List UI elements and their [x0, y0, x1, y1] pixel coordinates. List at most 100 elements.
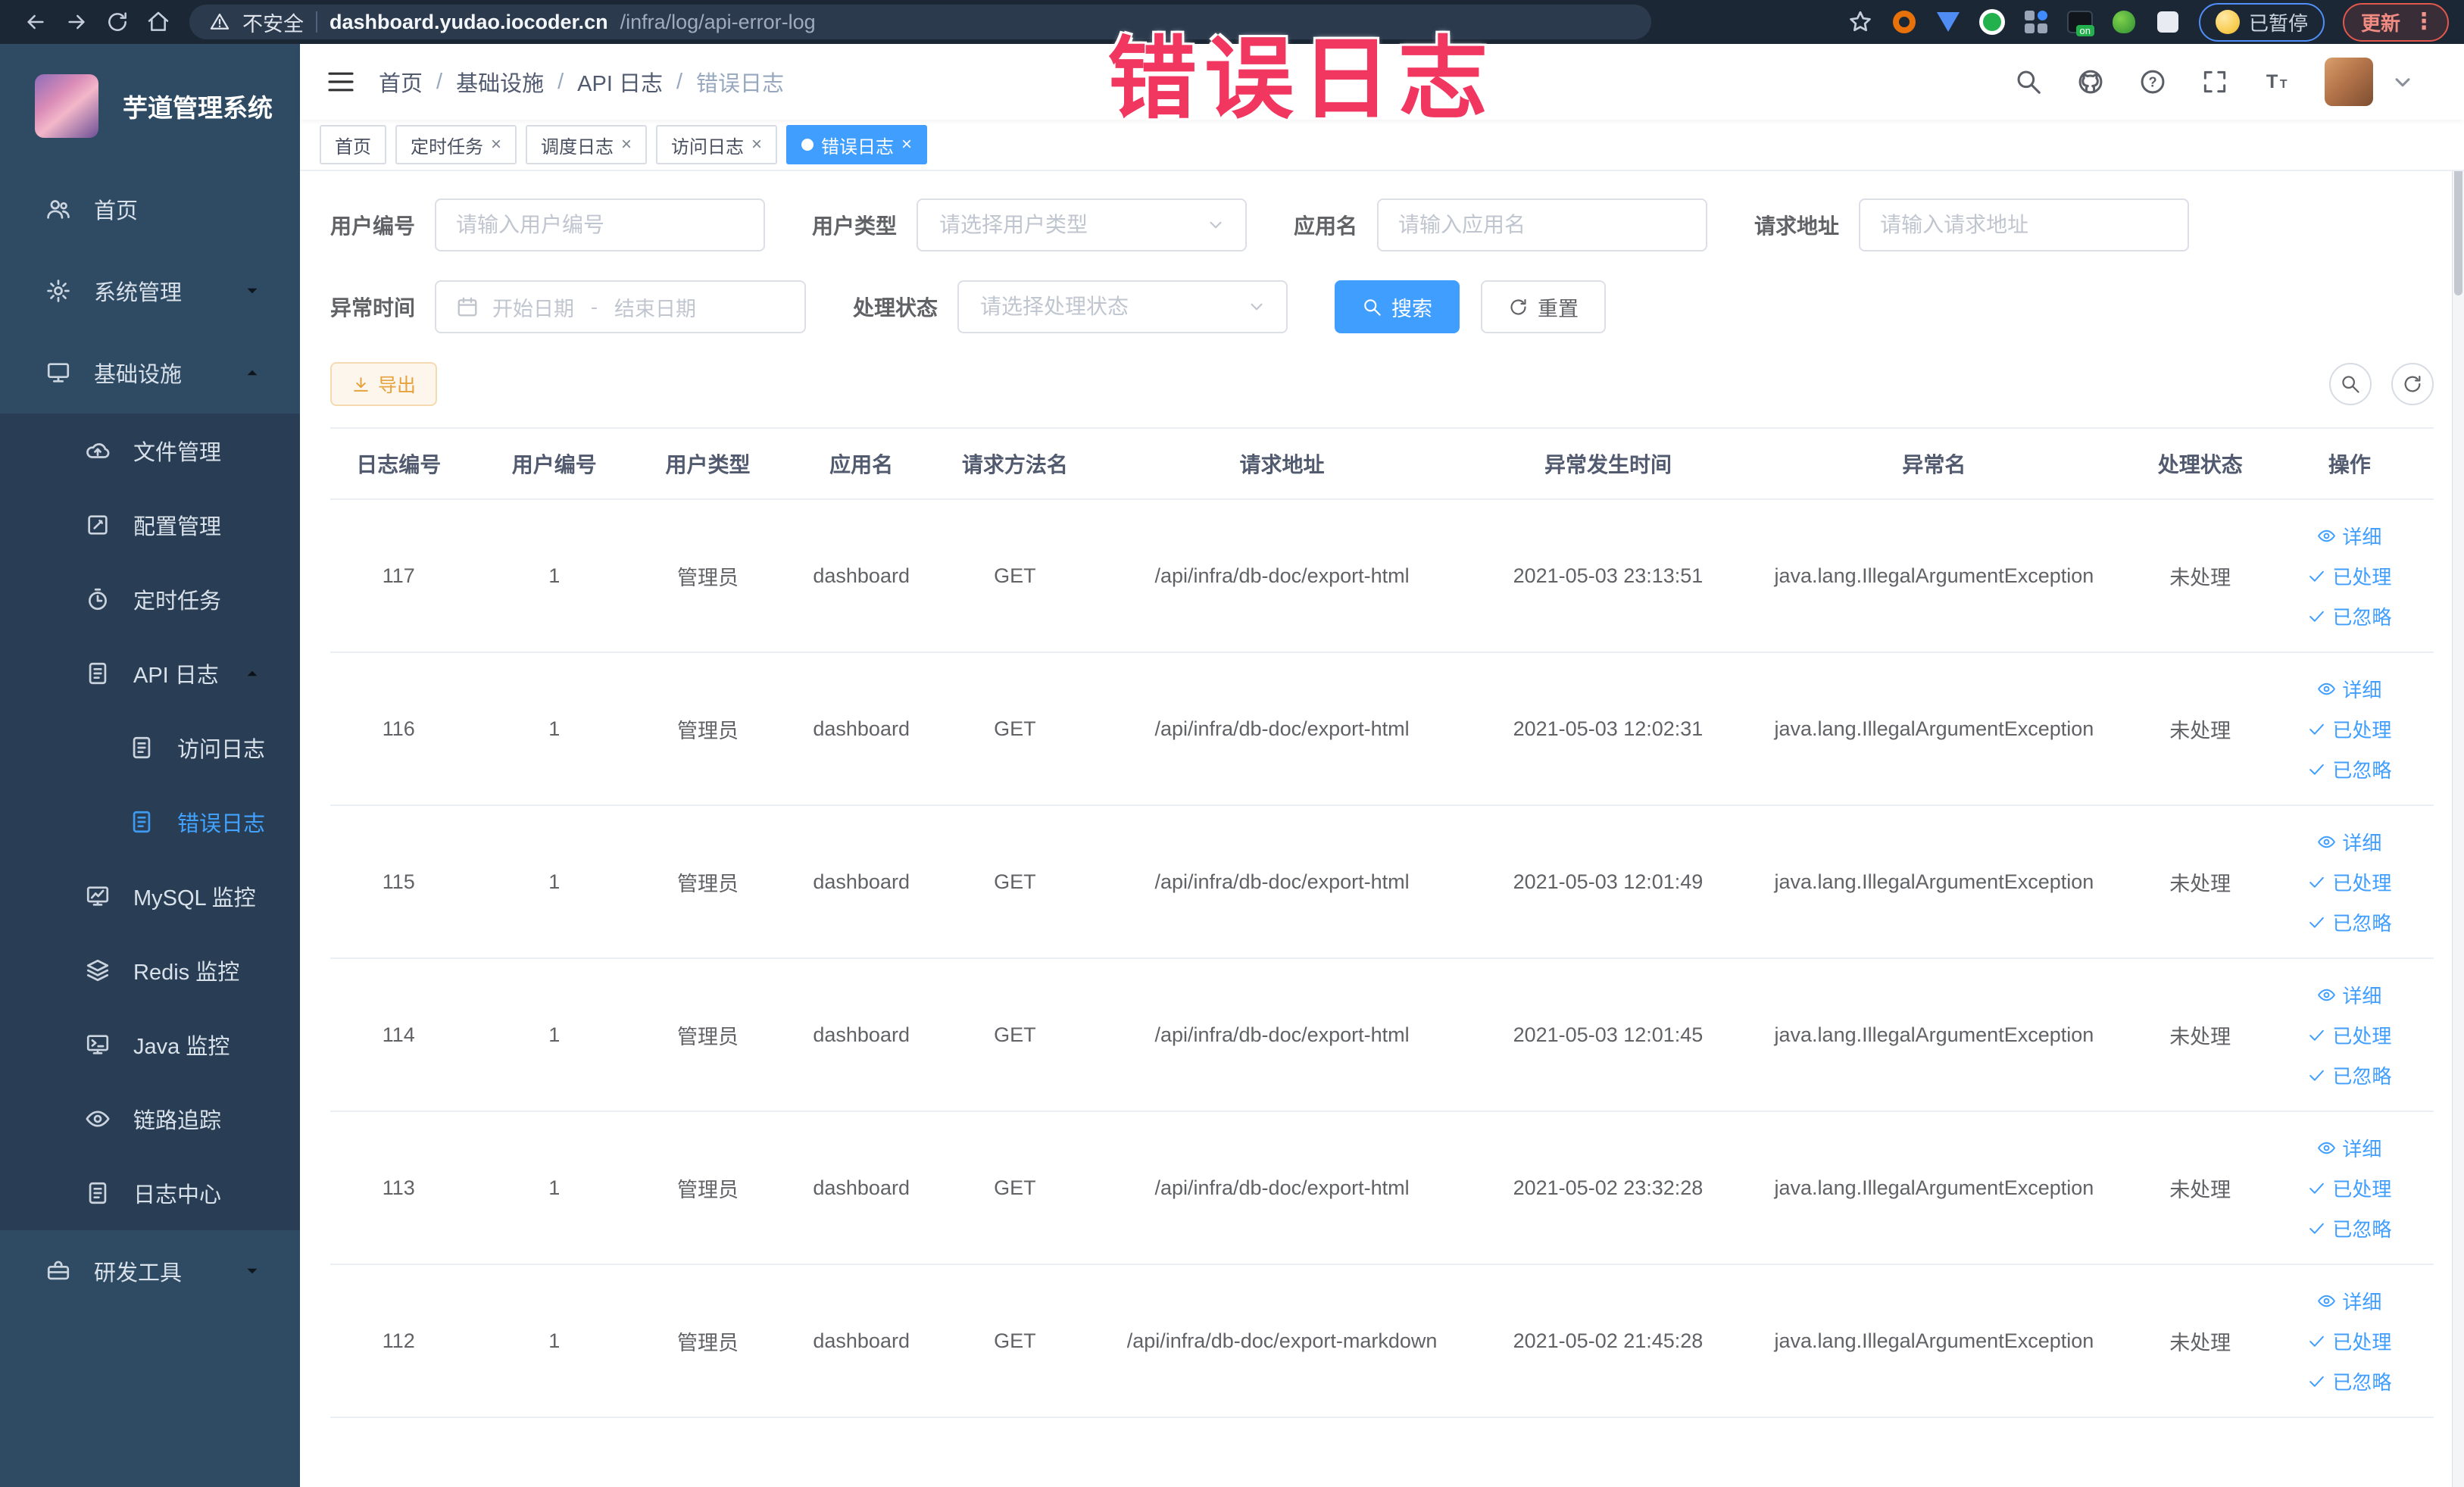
reload-button[interactable] [97, 4, 138, 40]
sidebar-item-trace[interactable]: 链路追踪 [0, 1082, 300, 1156]
log-icon [133, 736, 151, 759]
sidebar-item-dev-tools[interactable]: 研发工具 [0, 1230, 300, 1312]
tag-access-log[interactable]: 访问日志 × [656, 125, 778, 164]
mark-ignored-link[interactable]: 已忽略 [2307, 755, 2391, 783]
extension-green-icon[interactable] [1978, 9, 2005, 35]
tag-home[interactable]: 首页 [320, 125, 386, 164]
paused-extension-badge[interactable]: 已暂停 [2198, 2, 2325, 42]
eye-icon [2318, 989, 2336, 1001]
sidebar-item-label: 首页 [94, 199, 139, 223]
table-toolbar: 导出 [330, 362, 2434, 406]
cell-actions: 详细 已处理 已忽略 [2265, 652, 2434, 806]
url-path: /infra/log/api-error-log [620, 10, 816, 33]
sidebar-item-access-log[interactable]: 访问日志 [0, 711, 300, 785]
tag-close-icon[interactable]: × [901, 136, 912, 154]
search-icon [1364, 298, 1381, 316]
check-icon [2309, 723, 2325, 735]
sidebar-item-error-log[interactable]: 错误日志 [0, 785, 300, 859]
tag-job-log[interactable]: 调度日志 × [526, 125, 648, 164]
sidebar-item-log-center[interactable]: 日志中心 [0, 1156, 300, 1230]
home-button[interactable] [138, 4, 179, 40]
mark-processed-link[interactable]: 已处理 [2307, 562, 2391, 590]
mark-processed-link[interactable]: 已处理 [2307, 715, 2391, 743]
process-status-select[interactable] [957, 280, 1288, 333]
extension-switch-icon[interactable]: on [2066, 9, 2094, 36]
reset-button[interactable]: 重置 [1481, 280, 1607, 333]
breadcrumb-item[interactable]: 基础设施 [456, 66, 544, 98]
mark-processed-link[interactable]: 已处理 [2307, 1174, 2391, 1202]
date-start-placeholder[interactable]: 开始日期 [492, 292, 574, 322]
search-button[interactable]: 搜索 [1335, 280, 1460, 333]
mark-processed-link[interactable]: 已处理 [2307, 868, 2391, 896]
sidebar-item-file-manage[interactable]: 文件管理 [0, 414, 300, 488]
page-scrollbar[interactable] [2452, 44, 2464, 1487]
detail-link[interactable]: 详细 [2317, 981, 2381, 1009]
detail-link[interactable]: 详细 [2317, 1287, 2381, 1315]
extension-plant-icon[interactable] [2111, 9, 2137, 35]
github-icon[interactable] [2076, 67, 2105, 96]
detail-link[interactable]: 详细 [2317, 675, 2381, 703]
user-type-select[interactable] [917, 198, 1248, 251]
cell-log-id: 114 [330, 958, 467, 1112]
extension-shield-icon[interactable] [1935, 9, 1961, 35]
sidebar-logo[interactable]: 芋道管理系统 [0, 44, 300, 168]
tag-job[interactable]: 定时任务 × [395, 125, 517, 164]
sidebar-item-job[interactable]: 定时任务 [0, 562, 300, 636]
bookmark-star-icon[interactable] [1847, 9, 1873, 35]
sidebar-item-infra[interactable]: 基础设施 [0, 332, 300, 414]
forward-button[interactable] [56, 4, 97, 40]
cell-actions: 详细 已处理 已忽略 [2265, 499, 2434, 653]
refresh-table-button[interactable] [2391, 363, 2434, 405]
warning-icon [210, 13, 230, 30]
extension-grid-icon[interactable] [2023, 9, 2049, 35]
font-size-icon[interactable]: TT [2263, 67, 2291, 96]
sidebar-item-redis-monitor[interactable]: Redis 监控 [0, 933, 300, 1007]
process-status-select-input[interactable] [979, 294, 1240, 320]
tag-close-icon[interactable]: × [491, 136, 501, 154]
extension-orange-icon[interactable] [1891, 9, 1917, 35]
request-url-input[interactable] [1859, 198, 2190, 251]
chrome-update-button[interactable]: 更新 ⋮ [2342, 2, 2449, 42]
svg-text:T: T [2266, 71, 2278, 92]
back-button[interactable] [15, 4, 56, 40]
search-icon[interactable] [2014, 67, 2043, 96]
help-icon[interactable]: ? [2138, 67, 2167, 96]
cell-exception-time: 2021-05-02 21:45:28 [1482, 1264, 1734, 1418]
fullscreen-icon[interactable] [2200, 67, 2229, 96]
mark-processed-link[interactable]: 已处理 [2307, 1021, 2391, 1049]
cell-method: GET [948, 1264, 1082, 1418]
mark-ignored-link[interactable]: 已忽略 [2307, 1214, 2391, 1242]
user-id-input[interactable] [435, 198, 766, 251]
tag-close-icon[interactable]: × [621, 136, 632, 154]
tag-error-log-active[interactable]: 错误日志 × [786, 125, 928, 164]
breadcrumb-item[interactable]: 首页 [379, 66, 423, 98]
export-button[interactable]: 导出 [330, 362, 438, 406]
mark-ignored-link[interactable]: 已忽略 [2307, 1367, 2391, 1395]
user-avatar[interactable] [2325, 58, 2373, 106]
date-end-placeholder[interactable]: 结束日期 [614, 292, 696, 322]
detail-link[interactable]: 详细 [2317, 828, 2381, 856]
detail-link[interactable]: 详细 [2317, 522, 2381, 550]
mark-processed-link[interactable]: 已处理 [2307, 1327, 2391, 1355]
tag-close-icon[interactable]: × [751, 136, 762, 154]
sidebar-item-home[interactable]: 首页 [0, 168, 300, 250]
mark-ignored-link[interactable]: 已忽略 [2307, 1061, 2391, 1089]
extension-puzzle-icon[interactable] [2155, 9, 2181, 35]
breadcrumb-item[interactable]: API 日志 [577, 66, 663, 98]
user-type-select-input[interactable] [938, 212, 1199, 238]
avatar-caret-icon[interactable] [2388, 67, 2417, 96]
mark-ignored-link[interactable]: 已忽略 [2307, 602, 2391, 630]
date-range-picker[interactable]: 开始日期 - 结束日期 [435, 280, 807, 333]
sidebar-item-java-monitor[interactable]: Java 监控 [0, 1007, 300, 1082]
hamburger-icon[interactable] [326, 67, 356, 97]
chrome-menu-icon[interactable]: ⋮ [2412, 11, 2435, 33]
sidebar-item-system[interactable]: 系统管理 [0, 250, 300, 332]
sidebar-item-config-manage[interactable]: 配置管理 [0, 488, 300, 562]
cell-request-url: /api/infra/db-doc/export-html [1081, 958, 1483, 1112]
mark-ignored-link[interactable]: 已忽略 [2307, 908, 2391, 936]
sidebar-item-api-log[interactable]: API 日志 [0, 636, 300, 711]
app-name-input[interactable] [1377, 198, 1708, 251]
toggle-search-button[interactable] [2329, 363, 2372, 405]
sidebar-item-mysql-monitor[interactable]: MySQL 监控 [0, 859, 300, 933]
detail-link[interactable]: 详细 [2317, 1134, 2381, 1162]
